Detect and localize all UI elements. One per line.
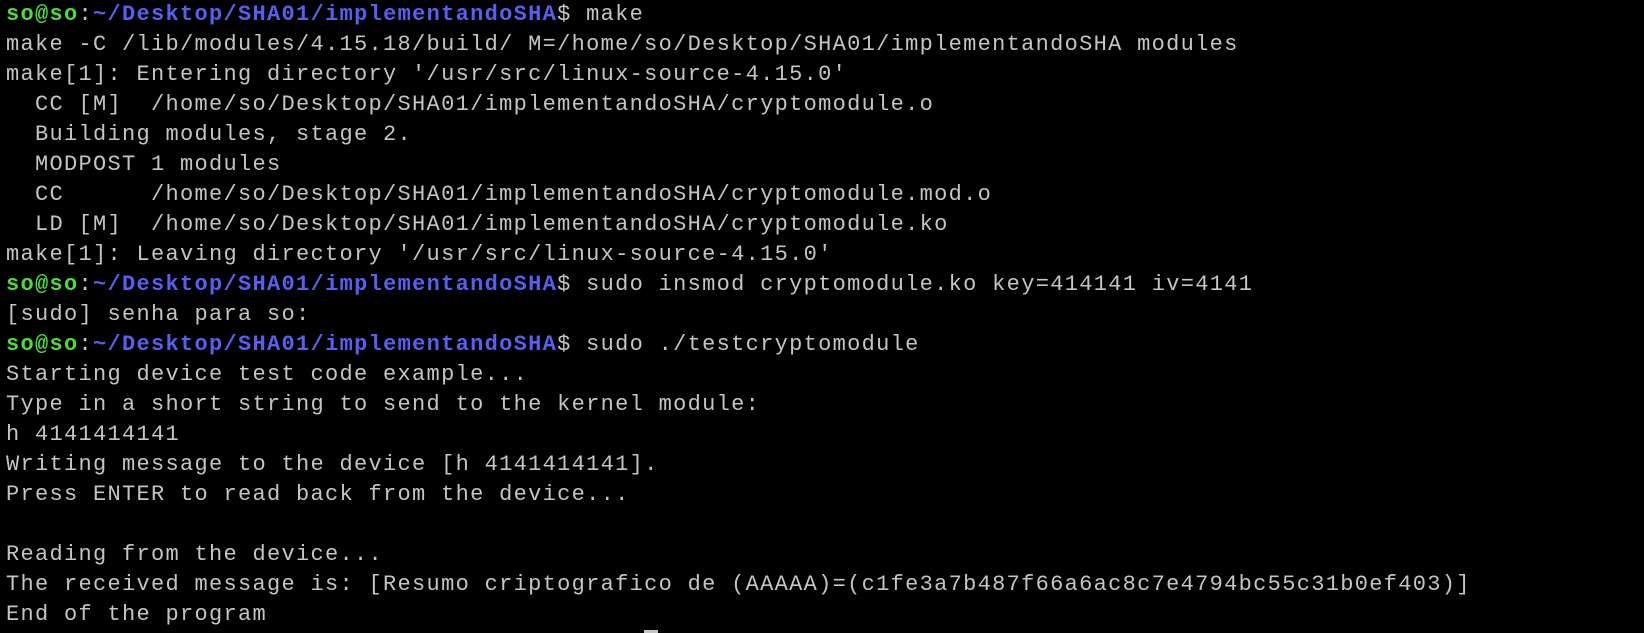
terminal-output: so@so:~/Desktop/SHA01/implementandoSHA$ … [6,0,1644,630]
prompt-line: so@so:~/Desktop/SHA01/implementandoSHA$ … [6,270,1644,300]
command-text: sudo insmod cryptomodule.ko key=414141 i… [586,272,1254,297]
output-line: make[1]: Entering directory '/usr/src/li… [6,62,848,87]
output-line: h 4141414141 [6,422,181,447]
output-line: LD [M] /home/so/Desktop/SHA01/implementa… [6,212,949,237]
prompt-user-host: so@so [6,332,79,357]
output-line: MODPOST 1 modules [6,152,282,177]
prompt-dollar: $ [557,332,587,357]
output-line: Building modules, stage 2. [6,122,413,147]
command-text: make [586,2,645,27]
terminal-window[interactable]: so@so:~/Desktop/SHA01/implementandoSHA$ … [0,0,1644,633]
prompt-user-host: so@so [6,2,79,27]
output-line: [sudo] senha para so: [6,302,311,327]
output-line: Starting device test code example... [6,362,529,387]
output-line: Reading from the device... [6,542,384,567]
prompt-line: so@so:~/Desktop/SHA01/implementandoSHA$ … [6,0,1644,30]
prompt-separator: : [78,332,94,357]
prompt-separator: : [78,2,94,27]
output-line: Press ENTER to read back from the device… [6,482,630,507]
prompt-path: ~/Desktop/SHA01/implementandoSHA [93,2,558,27]
output-line: Writing message to the device [h 4141414… [6,452,659,477]
prompt-path: ~/Desktop/SHA01/implementandoSHA [93,332,558,357]
prompt-dollar: $ [557,2,587,27]
prompt-dollar: $ [557,272,587,297]
prompt-line: so@so:~/Desktop/SHA01/implementandoSHA$ … [6,330,1644,360]
prompt-separator: : [78,272,94,297]
output-line: CC /home/so/Desktop/SHA01/implementandoS… [6,182,993,207]
output-line: make -C /lib/modules/4.15.18/build/ M=/h… [6,32,1239,57]
output-line: Type in a short string to send to the ke… [6,392,761,417]
command-text: sudo ./testcryptomodule [586,332,920,357]
output-line: make[1]: Leaving directory '/usr/src/lin… [6,242,833,267]
prompt-path: ~/Desktop/SHA01/implementandoSHA [93,272,558,297]
current-prompt-line[interactable]: so@so:~/Desktop/SHA01/implementandoSHA$ [6,600,659,633]
output-line: The received message is: [Resumo criptog… [6,572,1471,597]
prompt-user-host: so@so [6,272,79,297]
output-line: CC [M] /home/so/Desktop/SHA01/implementa… [6,92,935,117]
